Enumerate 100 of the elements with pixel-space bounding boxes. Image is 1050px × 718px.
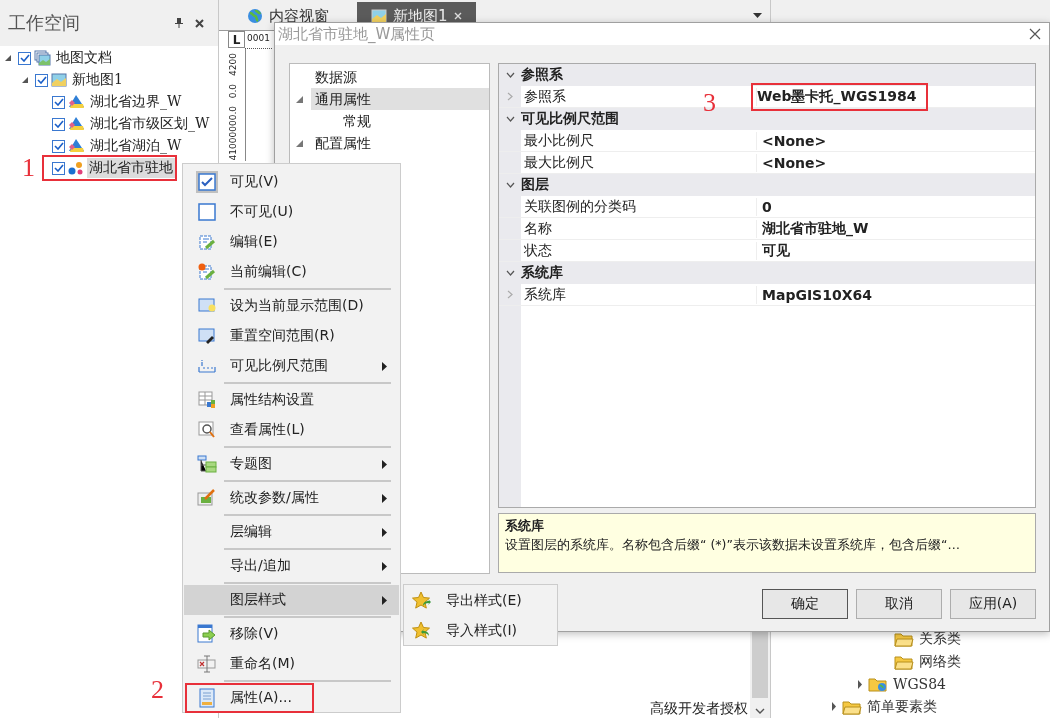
menu-item[interactable]: 设为当前显示范围(D) xyxy=(184,291,399,321)
globe-icon xyxy=(247,8,263,24)
menu-item[interactable]: 可见(V) xyxy=(184,167,399,197)
dropdown-caret-icon[interactable] xyxy=(753,13,762,18)
document-lines-icon xyxy=(199,688,215,708)
folder-icon xyxy=(894,631,914,648)
property-value[interactable]: <None> xyxy=(757,132,827,149)
property-name: 关联图例的分类码 xyxy=(524,197,636,216)
tree-item[interactable]: 湖北省市驻地 xyxy=(87,158,175,178)
tree-item[interactable]: 新地图1 xyxy=(70,70,125,90)
property-value[interactable]: 可见 xyxy=(757,241,790,260)
close-icon[interactable] xyxy=(195,18,204,28)
layer-checkbox[interactable] xyxy=(52,117,65,131)
edit-page-icon xyxy=(198,233,216,251)
layer-checkbox[interactable] xyxy=(52,95,65,109)
globe-folder-icon xyxy=(868,676,888,693)
catalog-item[interactable]: 简单要素类 xyxy=(867,697,937,716)
property-value[interactable]: 0 xyxy=(757,198,772,215)
category-label: 参照系 xyxy=(521,66,563,84)
ruler-label: 0.0 xyxy=(228,83,239,99)
tree-item[interactable]: 地图文档 xyxy=(54,48,114,68)
pin-icon[interactable] xyxy=(175,18,183,28)
layer-checkbox[interactable] xyxy=(52,161,65,175)
menu-item[interactable]: 统改参数/属性 xyxy=(184,483,399,513)
collapse-chevron-icon[interactable] xyxy=(505,270,515,276)
menu-item[interactable]: 重命名(M) xyxy=(184,649,399,679)
expand-triangle-icon[interactable] xyxy=(4,54,12,62)
polygon-layer-icon xyxy=(68,138,85,154)
close-icon[interactable] xyxy=(1029,28,1041,40)
property-value[interactable]: <None> xyxy=(757,154,827,171)
ruler-label: 41000000.0 xyxy=(228,106,239,161)
annotation-number: 3 xyxy=(703,89,716,117)
scale-ruler-icon xyxy=(198,358,216,374)
point-layer-icon xyxy=(68,161,84,175)
star-import-icon xyxy=(412,621,432,641)
layer-checkbox[interactable] xyxy=(35,73,48,87)
menu-item[interactable]: 图层样式 xyxy=(184,585,399,615)
map-icon xyxy=(51,73,67,87)
dialog-button[interactable]: 取消 xyxy=(856,589,942,619)
catalog-item[interactable]: WGS84 xyxy=(893,676,946,693)
dialog-button[interactable]: 应用(A) xyxy=(950,589,1036,619)
menu-item[interactable]: 重置空间范围(R) xyxy=(184,321,399,351)
menu-item[interactable]: 层编辑 xyxy=(184,517,399,547)
expand-triangle-icon[interactable] xyxy=(296,139,303,147)
menu-item[interactable]: 不可见(U) xyxy=(184,197,399,227)
expand-triangle-icon[interactable] xyxy=(21,76,29,84)
menu-item[interactable]: 导出/追加 xyxy=(184,551,399,581)
property-name: 名称 xyxy=(524,219,552,238)
catalog-item[interactable]: 网络类 xyxy=(919,652,961,671)
property-name: 状态 xyxy=(524,241,552,260)
page-tree-item[interactable]: 常规 xyxy=(339,110,489,132)
collapse-chevron-icon[interactable] xyxy=(505,72,515,78)
menu-item[interactable]: 移除(V) xyxy=(184,619,399,649)
page-tree-item[interactable]: 配置属性 xyxy=(311,132,489,154)
property-name: 参照系 xyxy=(524,87,566,106)
category-label: 可见比例尺范围 xyxy=(521,110,619,128)
menu-item[interactable]: 当前编辑(C) xyxy=(184,257,399,287)
menu-item[interactable]: 专题图 xyxy=(184,449,399,479)
tree-item[interactable]: 湖北省边界_W xyxy=(88,92,184,112)
highlight-frame: 属性(A)... xyxy=(185,683,314,713)
category-label: 图层 xyxy=(521,176,549,194)
menu-item[interactable]: 导出样式(E) xyxy=(404,586,557,616)
menu-item[interactable]: 查看属性(L) xyxy=(184,415,399,445)
tree-item[interactable]: 湖北省湖泊_W xyxy=(88,136,184,156)
window-arrow-icon xyxy=(197,624,217,644)
layer-checkbox[interactable] xyxy=(52,139,65,153)
category-label: 系统库 xyxy=(521,264,563,282)
edit-table-icon xyxy=(197,489,217,507)
map-icon xyxy=(371,9,387,23)
collapse-chevron-icon[interactable] xyxy=(505,116,515,122)
reset-range-icon xyxy=(198,327,216,345)
property-value[interactable]: MapGIS10X64 xyxy=(757,286,872,303)
page-tree-item[interactable]: 通用属性 xyxy=(311,88,489,110)
menu-item[interactable]: 属性结构设置 xyxy=(184,385,399,415)
polygon-layer-icon xyxy=(68,116,85,132)
property-value[interactable]: 湖北省市驻地_W xyxy=(757,219,869,238)
rename-cursor-icon xyxy=(197,655,217,673)
collapse-chevron-icon[interactable] xyxy=(505,182,515,188)
expand-arrow-icon[interactable] xyxy=(857,679,863,689)
layer-checkbox[interactable] xyxy=(18,51,31,65)
description-text: 设置图层的系统库。名称包含后缀“ (*)”表示该数据未设置系统库，包含后缀“… xyxy=(505,537,961,554)
folder-icon xyxy=(842,698,862,715)
menu-item[interactable]: 编辑(E) xyxy=(184,227,399,257)
display-range-icon xyxy=(198,297,216,315)
menu-item[interactable]: 可见比例尺范围 xyxy=(184,351,399,381)
polygon-layer-icon xyxy=(68,94,85,110)
menu-item[interactable]: 属性(A)... xyxy=(184,683,399,713)
description-title: 系统库 xyxy=(505,517,545,535)
expand-arrow-icon[interactable] xyxy=(831,702,837,712)
menu-item[interactable]: 导入样式(I) xyxy=(404,616,557,646)
property-name: 最小比例尺 xyxy=(524,131,594,150)
star-export-icon xyxy=(412,591,432,611)
tree-item[interactable]: 湖北省市级区划_W xyxy=(88,114,212,134)
dialog-button[interactable]: 确定 xyxy=(762,589,848,619)
catalog-item[interactable]: 关系类 xyxy=(919,630,961,649)
license-status-text: 高级开发者授权 xyxy=(650,700,748,718)
scroll-down-icon[interactable] xyxy=(755,708,765,714)
page-tree-item[interactable]: 数据源 xyxy=(311,66,489,88)
expand-triangle-icon[interactable] xyxy=(296,95,303,103)
property-value[interactable]: Web墨卡托_WGS1984 xyxy=(753,87,917,106)
